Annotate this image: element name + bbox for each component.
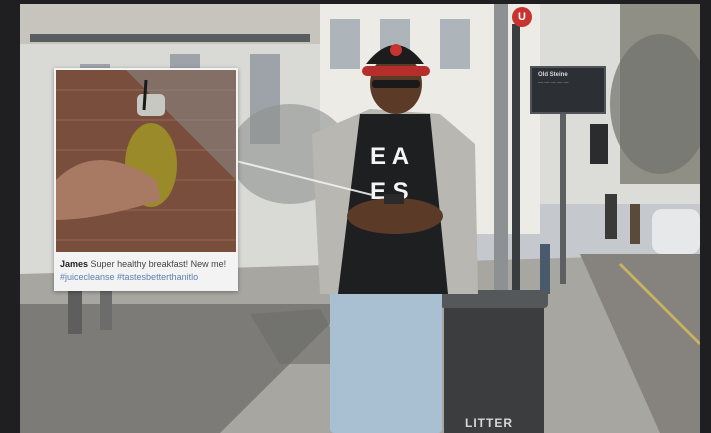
bus-stop-pole bbox=[512, 24, 520, 304]
litter-bin-label: LITTER bbox=[465, 416, 513, 430]
video-frame: E A E S U Old Steine — — — — — LITTER Ja… bbox=[0, 0, 711, 433]
post-username: James bbox=[60, 259, 89, 269]
post-hashtags: #juicecleanse #tastesbetterthanitlo bbox=[60, 272, 199, 282]
bus-stop-sign: Old Steine — — — — — bbox=[530, 66, 606, 114]
bus-stop-sign-line: — — — — — bbox=[538, 80, 569, 86]
post-message: Super healthy breakfast! New me! bbox=[90, 259, 227, 269]
social-post-card: James Super healthy breakfast! New me! #… bbox=[54, 68, 238, 291]
post-photo-juice-bottle bbox=[56, 70, 236, 252]
bus-stop-sign-title: Old Steine bbox=[538, 72, 568, 78]
bus-stop-badge: U bbox=[512, 7, 532, 27]
svg-text:E A: E A bbox=[370, 143, 409, 170]
post-caption: James Super healthy breakfast! New me! #… bbox=[60, 258, 236, 284]
